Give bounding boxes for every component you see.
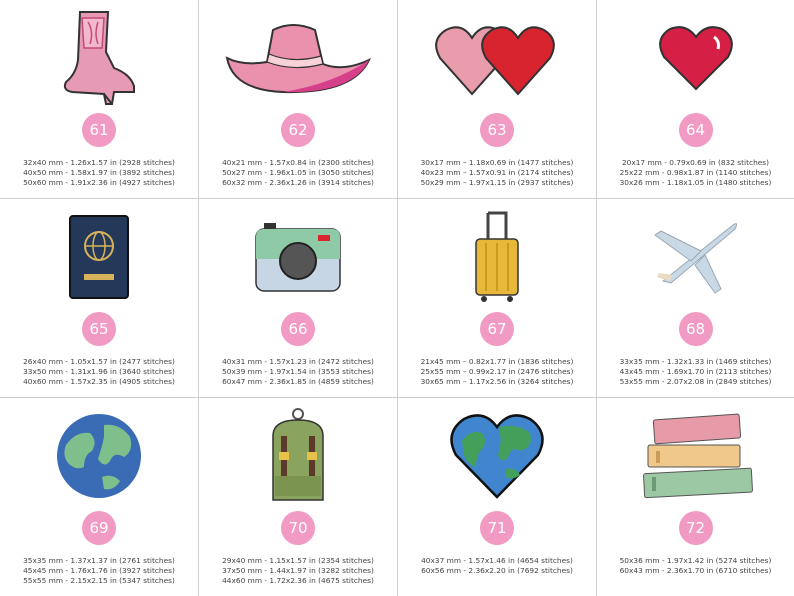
design-card-66[interactable]: 66 40x31 mm - 1.57x1.23 in (2472 stitche… <box>199 199 398 398</box>
stack-of-books-icon <box>597 406 794 506</box>
cowboy-boot-icon <box>0 8 198 108</box>
size-specs: 40x21 mm - 1.57x0.84 in (2300 stitches) … <box>222 158 374 187</box>
design-number-badge: 71 <box>480 511 514 545</box>
size-specs: 40x31 mm - 1.57x1.23 in (2472 stitches) … <box>222 357 374 386</box>
design-number-badge: 61 <box>82 113 116 147</box>
two-hearts-icon <box>398 8 596 108</box>
design-number-badge: 64 <box>678 113 713 147</box>
size-specs: 20x17 mm - 0.79x0.69 in (832 stitches) 2… <box>619 158 772 187</box>
size-specs: 21x45 mm – 0.82x1.77 in (1836 stitches) … <box>420 357 574 386</box>
design-number-badge: 67 <box>480 312 514 346</box>
size-specs: 26x40 mm - 1.05x1.57 in (2477 stitches) … <box>23 357 175 386</box>
heart-icon <box>597 8 794 108</box>
size-specs: 33x35 mm - 1.32x1.33 in (1469 stitches) … <box>619 357 772 386</box>
airplane-icon <box>597 207 794 307</box>
camera-icon <box>199 207 397 307</box>
suitcase-icon <box>398 207 596 307</box>
design-card-67[interactable]: 67 21x45 mm – 0.82x1.77 in (1836 stitche… <box>398 199 597 398</box>
design-number-badge: 69 <box>82 511 116 545</box>
size-specs: 29x40 mm - 1.15x1.57 in (2354 stitches) … <box>222 556 374 585</box>
design-card-64[interactable]: 64 20x17 mm - 0.79x0.69 in (832 stitches… <box>597 0 794 199</box>
passport-icon <box>0 207 198 307</box>
design-card-63[interactable]: 63 30x17 mm – 1.18x0.69 in (1477 stitche… <box>398 0 597 199</box>
size-specs: 50x36 mm - 1.97x1.42 in (5274 stitches) … <box>619 556 772 575</box>
design-number-badge: 62 <box>281 113 315 147</box>
cowboy-hat-icon <box>199 8 397 108</box>
design-number-badge: 63 <box>480 113 514 147</box>
design-card-70[interactable]: 70 29x40 mm - 1.15x1.57 in (2354 stitche… <box>199 398 398 596</box>
size-specs: 40x37 mm - 1.57x1.46 in (4654 stitches) … <box>421 556 573 575</box>
design-card-65[interactable]: 65 26x40 mm - 1.05x1.57 in (2477 stitche… <box>0 199 199 398</box>
design-number-badge: 65 <box>82 312 116 346</box>
embroidery-design-grid: 61 32x40 mm - 1.26x1.57 in (2928 stitche… <box>0 0 794 596</box>
design-card-62[interactable]: 62 40x21 mm - 1.57x0.84 in (2300 stitche… <box>199 0 398 199</box>
size-specs: 35x35 mm - 1.37x1.37 in (2761 stitches) … <box>23 556 175 585</box>
design-number-badge: 72 <box>678 511 713 545</box>
design-number-badge: 66 <box>281 312 315 346</box>
globe-icon <box>0 406 198 506</box>
design-number-badge: 70 <box>281 511 315 545</box>
design-card-61[interactable]: 61 32x40 mm - 1.26x1.57 in (2928 stitche… <box>0 0 199 199</box>
design-card-68[interactable]: 68 33x35 mm - 1.32x1.33 in (1469 stitche… <box>597 199 794 398</box>
design-card-71[interactable]: 71 40x37 mm - 1.57x1.46 in (4654 stitche… <box>398 398 597 596</box>
design-card-69[interactable]: 69 35x35 mm - 1.37x1.37 in (2761 stitche… <box>0 398 199 596</box>
design-card-72[interactable]: 72 50x36 mm - 1.97x1.42 in (5274 stitche… <box>597 398 794 596</box>
design-number-badge: 68 <box>678 312 713 346</box>
size-specs: 30x17 mm – 1.18x0.69 in (1477 stitches) … <box>420 158 574 187</box>
size-specs: 32x40 mm - 1.26x1.57 in (2928 stitches) … <box>23 158 175 187</box>
heart-globe-icon <box>398 406 596 506</box>
backpack-icon <box>199 406 397 506</box>
